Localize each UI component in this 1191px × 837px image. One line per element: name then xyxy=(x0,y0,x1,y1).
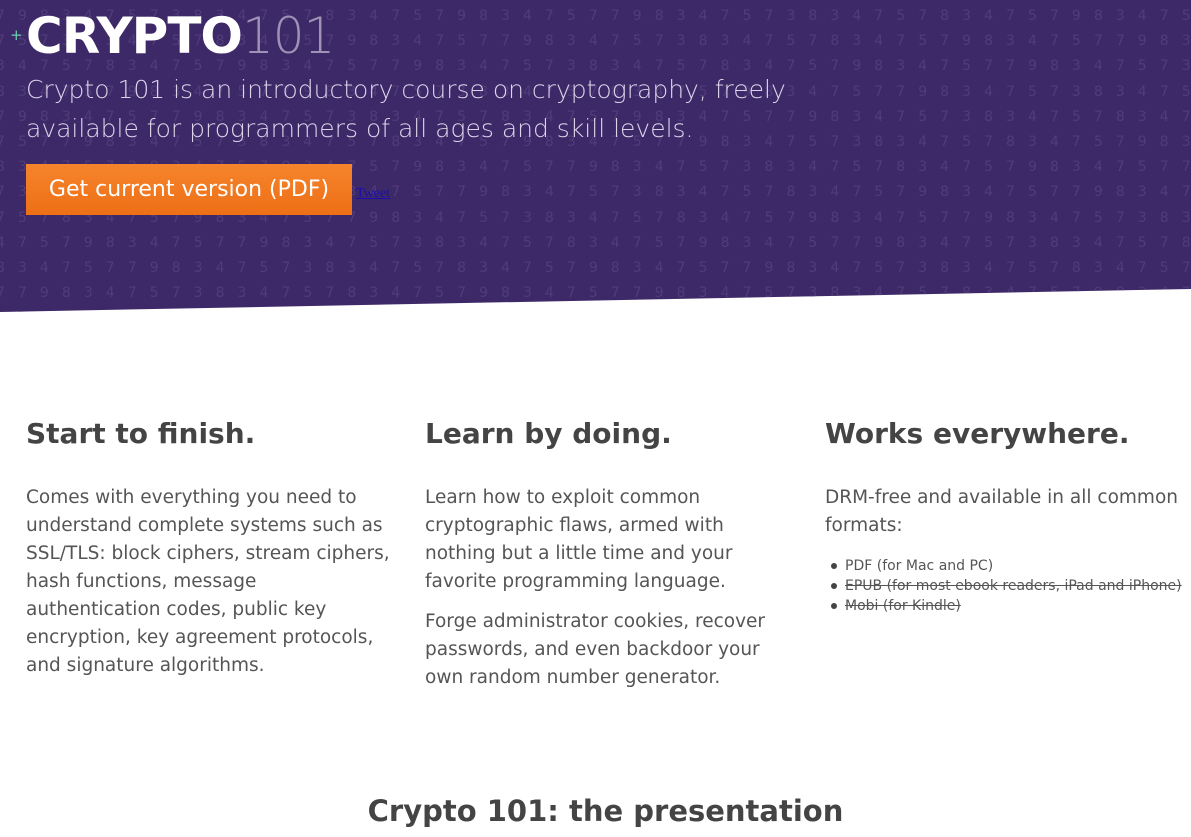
feature-title: Learn by doing. xyxy=(425,417,672,450)
format-label: Mobi (for Kindle) xyxy=(845,598,961,614)
feature-text: DRM-free and available in all common for… xyxy=(825,487,1178,536)
feature-text: Learn how to exploit common cryptographi… xyxy=(425,487,733,592)
presentation-heading: Crypto 101: the presentation xyxy=(367,794,844,828)
tweet-link[interactable]: Tweet xyxy=(356,186,390,202)
feature-text: Comes with everything you need to unders… xyxy=(26,487,390,676)
format-label: EPUB (for most ebook readers, iPad and i… xyxy=(845,578,1182,594)
feature-text: Forge administrator cookies, recover pas… xyxy=(425,611,766,688)
feature-learn-by-doing: Learn by doing. Learn how to exploit com… xyxy=(425,414,790,692)
hero-banner: 7 9 8 3 4 7 5 7 3 8 3 4 7 5 7 8 3 4 7 5 … xyxy=(0,0,1191,312)
logo-light-text: 101 xyxy=(241,7,335,65)
logo-bold-text: CRYPTO xyxy=(26,7,243,65)
feature-start-to-finish: Start to finish. Comes with everything y… xyxy=(26,414,391,680)
format-item-mobi: Mobi (for Kindle) xyxy=(825,596,1190,616)
feature-title: Works everywhere. xyxy=(825,417,1130,450)
site-logo[interactable]: CRYPTO101 xyxy=(26,6,335,66)
formats-list: PDF (for Mac and PC) EPUB (for most eboo… xyxy=(825,556,1190,616)
download-pdf-button[interactable]: Get current version (PDF) xyxy=(26,164,352,215)
format-item-pdf[interactable]: PDF (for Mac and PC) xyxy=(825,556,1190,576)
format-item-epub: EPUB (for most ebook readers, iPad and i… xyxy=(825,576,1190,596)
hero-lead-text: Crypto 101 is an introductory course on … xyxy=(26,75,786,143)
feature-title: Start to finish. xyxy=(26,417,256,450)
format-label: PDF (for Mac and PC) xyxy=(845,558,994,574)
plus-icon: + xyxy=(10,26,23,44)
feature-works-everywhere: Works everywhere. DRM-free and available… xyxy=(825,414,1190,616)
